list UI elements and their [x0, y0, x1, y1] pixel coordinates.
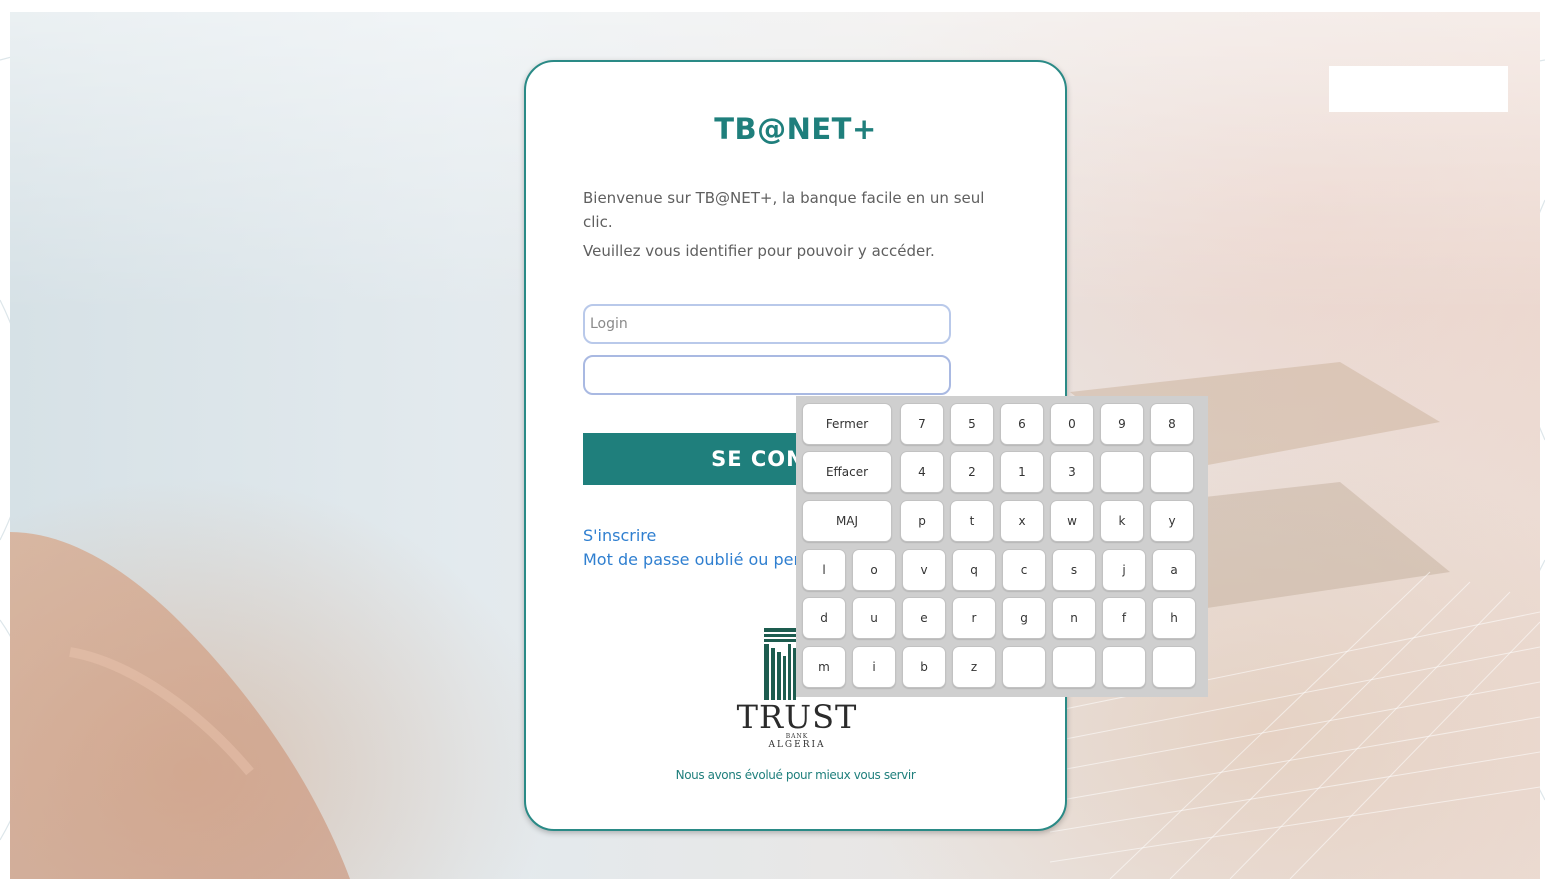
keyboard-key-y[interactable]: y [1150, 500, 1194, 542]
keyboard-key-3[interactable]: 3 [1050, 451, 1094, 493]
keyboard-key-f[interactable]: f [1102, 597, 1146, 639]
keyboard-key-blank-5-4[interactable] [1002, 646, 1046, 688]
keyboard-key-n[interactable]: n [1052, 597, 1096, 639]
keyboard-key-7[interactable]: 7 [900, 403, 944, 445]
keyboard-key-fermer[interactable]: Fermer [802, 403, 892, 445]
keyboard-key-p[interactable]: p [900, 500, 944, 542]
keyboard-key-maj[interactable]: MAJ [802, 500, 892, 542]
keyboard-key-a[interactable]: a [1152, 549, 1196, 591]
white-panel [1329, 66, 1508, 112]
keyboard-key-0[interactable]: 0 [1050, 403, 1094, 445]
identify-prompt: Veuillez vous identifier pour pouvoir y … [583, 242, 935, 260]
keyboard-key-l[interactable]: l [802, 549, 846, 591]
keyboard-key-t[interactable]: t [950, 500, 994, 542]
login-page: TB@NET+ Bienvenue sur TB@NET+, la banque… [0, 0, 1545, 879]
keyboard-key-m[interactable]: m [802, 646, 846, 688]
keyboard-key-b[interactable]: b [902, 646, 946, 688]
keyboard-key-w[interactable]: w [1050, 500, 1094, 542]
keyboard-key-blank-1-5[interactable] [1100, 451, 1144, 493]
keyboard-key-blank-5-5[interactable] [1052, 646, 1096, 688]
keyboard-key-4[interactable]: 4 [900, 451, 944, 493]
logo-bank-label: BANK [785, 733, 809, 740]
keyboard-key-e[interactable]: e [902, 597, 946, 639]
keyboard-key-k[interactable]: k [1100, 500, 1144, 542]
keyboard-key-h[interactable]: h [1152, 597, 1196, 639]
password-input[interactable] [583, 355, 951, 395]
keyboard-key-c[interactable]: c [1002, 549, 1046, 591]
keyboard-key-1[interactable]: 1 [1000, 451, 1044, 493]
keyboard-key-j[interactable]: j [1102, 549, 1146, 591]
keyboard-key-blank-1-6[interactable] [1150, 451, 1194, 493]
keyboard-key-s[interactable]: s [1052, 549, 1096, 591]
keyboard-key-9[interactable]: 9 [1100, 403, 1144, 445]
keyboard-key-5[interactable]: 5 [950, 403, 994, 445]
keyboard-key-u[interactable]: u [852, 597, 896, 639]
keyboard-key-q[interactable]: q [952, 549, 996, 591]
logo-country-label: ALGERIA [768, 740, 826, 750]
keyboard-key-2[interactable]: 2 [950, 451, 994, 493]
keyboard-key-g[interactable]: g [1002, 597, 1046, 639]
keyboard-key-v[interactable]: v [902, 549, 946, 591]
keyboard-key-blank-5-7[interactable] [1152, 646, 1196, 688]
keyboard-key-effacer[interactable]: Effacer [802, 451, 892, 493]
keyboard-key-6[interactable]: 6 [1000, 403, 1044, 445]
virtual-keyboard: Fermer 7 5 6 0 9 8 Effacer 4 2 1 3 MAJ p t x w k y l o v q c s j a… [796, 396, 1208, 697]
keyboard-key-r[interactable]: r [952, 597, 996, 639]
forgot-password-link[interactable]: Mot de passe oublié ou perdu [583, 550, 820, 569]
keyboard-key-o[interactable]: o [852, 549, 896, 591]
page-title: TB@NET+ [714, 112, 877, 146]
welcome-text: Bienvenue sur TB@NET+, la banque facile … [583, 189, 985, 231]
signup-link[interactable]: S'inscrire [583, 526, 656, 545]
slogan-text: Nous avons évolué pour mieux vous servir [675, 768, 916, 782]
keyboard-key-blank-5-6[interactable] [1102, 646, 1146, 688]
login-input[interactable] [583, 304, 951, 344]
keyboard-key-i[interactable]: i [852, 646, 896, 688]
logo-wordmark: TRUST [736, 698, 858, 736]
keyboard-key-d[interactable]: d [802, 597, 846, 639]
keyboard-key-8[interactable]: 8 [1150, 403, 1194, 445]
keyboard-key-z[interactable]: z [952, 646, 996, 688]
keyboard-key-x[interactable]: x [1000, 500, 1044, 542]
